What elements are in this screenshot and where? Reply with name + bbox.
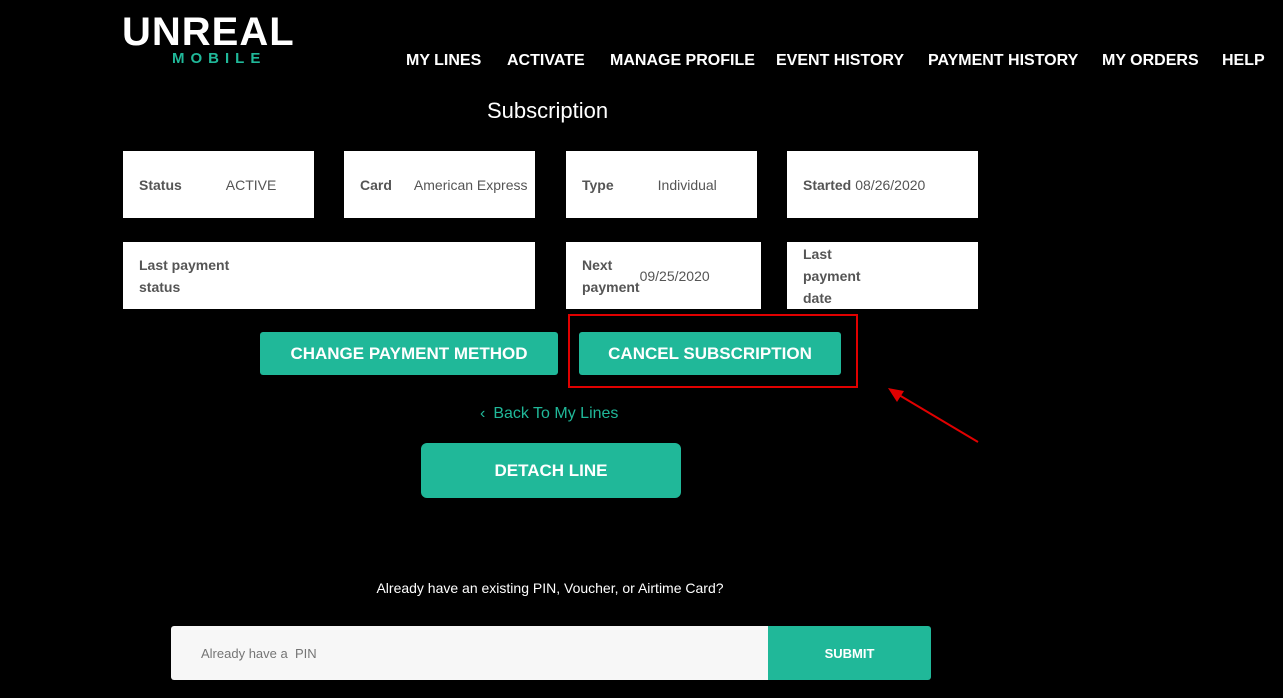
arrow-annotation-icon <box>888 388 979 443</box>
nav-payment-history[interactable]: PAYMENT HISTORY <box>928 52 1078 70</box>
change-payment-method-button[interactable]: CHANGE PAYMENT METHOD <box>260 332 558 375</box>
last-payment-status-field: Last payment status <box>123 242 535 309</box>
nav-manage-profile[interactable]: MANAGE PROFILE <box>610 52 755 70</box>
back-label: Back To My Lines <box>493 405 619 422</box>
label: Last payment <box>139 256 230 273</box>
label: Last <box>803 245 832 262</box>
pin-input[interactable] <box>171 626 769 680</box>
label: status <box>139 278 181 295</box>
label: Card <box>360 176 392 193</box>
logo-subtitle: MOBILE <box>172 50 267 67</box>
type-field: Type Individual <box>566 151 757 218</box>
nav-event-history[interactable]: EVENT HISTORY <box>776 52 904 70</box>
label: payment <box>582 278 640 295</box>
last-payment-date-field: Last payment date <box>787 242 978 309</box>
value: American Express <box>413 176 528 193</box>
status-field: Status ACTIVE <box>123 151 314 218</box>
label: Type <box>582 176 614 193</box>
page-title: Subscription <box>487 98 609 123</box>
back-to-my-lines-link[interactable]: ‹ Back To My Lines <box>480 405 618 423</box>
card-field: Card American Express <box>344 151 535 218</box>
value: 09/25/2020 <box>639 267 710 284</box>
pin-prompt: Already have an existing PIN, Voucher, o… <box>376 580 724 596</box>
label: payment <box>803 267 861 284</box>
label: Started <box>803 176 852 193</box>
label: Status <box>139 176 182 193</box>
detach-line-button[interactable]: DETACH LINE <box>421 443 681 498</box>
value: ACTIVE <box>225 176 277 193</box>
next-payment-field: Next payment 09/25/2020 <box>566 242 761 309</box>
value: Individual <box>657 176 717 193</box>
chevron-left-icon: ‹ <box>480 405 486 422</box>
nav-my-lines[interactable]: MY LINES <box>406 52 481 70</box>
submit-button[interactable]: SUBMIT <box>768 626 931 680</box>
nav-my-orders[interactable]: MY ORDERS <box>1102 52 1199 70</box>
label: Next <box>582 256 613 273</box>
started-field: Started 08/26/2020 <box>787 151 978 218</box>
cancel-subscription-button[interactable]: CANCEL SUBSCRIPTION <box>579 332 841 375</box>
nav-activate[interactable]: ACTIVATE <box>507 52 585 70</box>
nav-help[interactable]: HELP <box>1222 52 1265 70</box>
label: date <box>803 289 832 306</box>
value: 08/26/2020 <box>855 176 926 193</box>
logo[interactable]: UNREAL <box>122 10 295 55</box>
